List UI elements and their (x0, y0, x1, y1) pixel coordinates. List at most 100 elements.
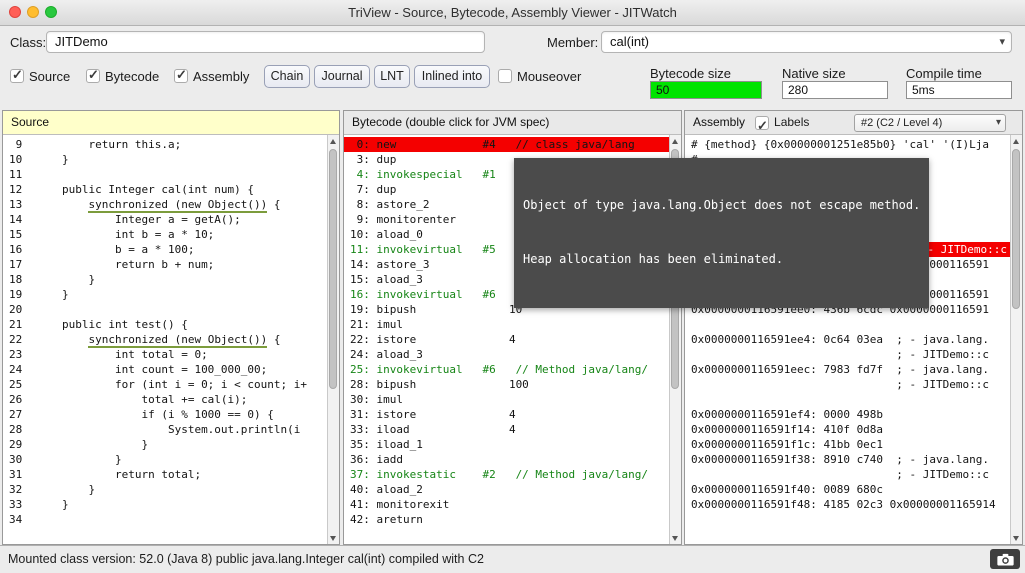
scroll-up-icon[interactable] (328, 135, 339, 147)
tooltip-line-1: Object of type java.lang.Object does not… (523, 196, 920, 214)
bytecode-line[interactable]: 28: bipush 100 (344, 377, 669, 392)
assembly-panel-title: Assembly (693, 111, 745, 134)
green-underline-mark: synchronized (new Object()) (88, 198, 267, 213)
checkbox-box (86, 69, 100, 83)
minimize-button[interactable] (27, 6, 39, 18)
source-line[interactable]: 12 public Integer cal(int num) { (3, 182, 327, 197)
bytecode-line[interactable]: 42: areturn (344, 512, 669, 527)
source-line[interactable]: 22 synchronized (new Object()) { (3, 332, 327, 347)
source-line[interactable]: 25 for (int i = 0; i < count; i+ (3, 377, 327, 392)
assembly-line[interactable]: ; - JITDemo::c (685, 347, 1010, 362)
bytecode-line[interactable]: 21: imul (344, 317, 669, 332)
bytecode-line[interactable]: 30: imul (344, 392, 669, 407)
bytecode-line[interactable]: 37: invokestatic #2 // Method java/lang/ (344, 467, 669, 482)
compile-time-value: 5ms (906, 81, 1012, 99)
checkbox-box (10, 69, 24, 83)
assembly-scrollbar[interactable] (1010, 135, 1022, 544)
source-line[interactable]: 27 if (i % 1000 == 0) { (3, 407, 327, 422)
mouseover-checkbox[interactable]: Mouseover (498, 68, 581, 84)
member-label: Member: (547, 35, 598, 50)
source-line[interactable]: 20 (3, 302, 327, 317)
assembly-line[interactable] (685, 392, 1010, 407)
assembly-line[interactable]: 0x0000000116591f38: 8910 c740 ; - java.l… (685, 452, 1010, 467)
lnt-button[interactable]: LNT (374, 65, 410, 88)
source-line[interactable]: 14 Integer a = getA(); (3, 212, 327, 227)
member-select[interactable]: cal(int) ▾ (601, 31, 1012, 53)
status-text: Mounted class version: 52.0 (Java 8) pub… (8, 552, 484, 566)
assembly-line[interactable] (685, 317, 1010, 332)
source-line[interactable]: 33 } (3, 497, 327, 512)
source-line[interactable]: 16 b = a * 100; (3, 242, 327, 257)
bytecode-line[interactable]: 0: new #4 // class java/lang (344, 137, 669, 152)
bytecode-checkbox-label: Bytecode (105, 69, 159, 84)
class-input[interactable]: JITDemo (46, 31, 485, 53)
source-line[interactable]: 24 int count = 100_000_00; (3, 362, 327, 377)
class-label: Class: (10, 35, 46, 50)
assembly-line[interactable]: 0x0000000116591ef4: 0000 498b (685, 407, 1010, 422)
source-checkbox-label: Source (29, 69, 70, 84)
assembly-line[interactable]: 0x0000000116591f48: 4185 02c3 0x00000001… (685, 497, 1010, 512)
screenshot-button[interactable] (990, 549, 1020, 569)
source-line[interactable]: 19 } (3, 287, 327, 302)
scroll-down-icon[interactable] (670, 532, 681, 544)
source-line[interactable]: 17 return b + num; (3, 257, 327, 272)
compilation-select[interactable]: #2 (C2 / Level 4) ▾ (854, 114, 1006, 132)
source-line[interactable]: 28 System.out.println(i (3, 422, 327, 437)
inlined-into-button[interactable]: Inlined into (414, 65, 490, 88)
bytecode-line[interactable]: 22: istore 4 (344, 332, 669, 347)
source-line[interactable]: 29 } (3, 437, 327, 452)
journal-button[interactable]: Journal (314, 65, 370, 88)
bytecode-line[interactable]: 33: iload 4 (344, 422, 669, 437)
source-line[interactable]: 9 return this.a; (3, 137, 327, 152)
assembly-checkbox[interactable]: Assembly (174, 68, 249, 84)
scroll-down-icon[interactable] (1011, 532, 1022, 544)
assembly-line[interactable]: 0x0000000116591eec: 7983 fd7f ; - java.l… (685, 362, 1010, 377)
source-line[interactable]: 31 return total; (3, 467, 327, 482)
bytecode-line[interactable]: 36: iadd (344, 452, 669, 467)
labels-checkbox-label: Labels (774, 111, 809, 134)
bytecode-line[interactable]: 24: aload_3 (344, 347, 669, 362)
checkbox-box (174, 69, 188, 83)
bytecode-line[interactable]: 41: monitorexit (344, 497, 669, 512)
member-value: cal(int) (610, 34, 649, 49)
source-scrollbar[interactable] (327, 135, 339, 544)
source-line[interactable]: 13 synchronized (new Object()) { (3, 197, 327, 212)
assembly-line[interactable]: ; - JITDemo::c (685, 467, 1010, 482)
bytecode-line[interactable]: 40: aload_2 (344, 482, 669, 497)
escape-analysis-tooltip: Object of type java.lang.Object does not… (514, 158, 929, 308)
source-line[interactable]: 34 (3, 512, 327, 527)
scroll-up-icon[interactable] (670, 135, 681, 147)
zoom-button[interactable] (45, 6, 57, 18)
scrollbar-thumb[interactable] (329, 149, 337, 389)
chevron-down-icon: ▾ (996, 115, 1001, 131)
mouseover-checkbox-label: Mouseover (517, 69, 581, 84)
labels-checkbox[interactable]: Labels (755, 115, 809, 131)
source-checkbox[interactable]: Source (10, 68, 70, 84)
bytecode-checkbox[interactable]: Bytecode (86, 68, 159, 84)
compile-time-label: Compile time (906, 66, 982, 81)
source-line[interactable]: 23 int total = 0; (3, 347, 327, 362)
bytecode-line[interactable]: 25: invokevirtual #6 // Method java/lang… (344, 362, 669, 377)
source-line[interactable]: 30 } (3, 452, 327, 467)
chain-button[interactable]: Chain (264, 65, 310, 88)
assembly-line[interactable]: ; - JITDemo::c (685, 377, 1010, 392)
assembly-line[interactable]: # {method} {0x00000001251e85b0} 'cal' '(… (685, 137, 1010, 152)
assembly-line[interactable]: 0x0000000116591f14: 410f 0d8a (685, 422, 1010, 437)
compilation-value: #2 (C2 / Level 4) (861, 117, 942, 129)
source-line[interactable]: 11 (3, 167, 327, 182)
source-line[interactable]: 18 } (3, 272, 327, 287)
assembly-line[interactable]: 0x0000000116591f1c: 41bb 0ec1 (685, 437, 1010, 452)
scroll-down-icon[interactable] (328, 532, 339, 544)
source-line[interactable]: 32 } (3, 482, 327, 497)
source-line[interactable]: 26 total += cal(i); (3, 392, 327, 407)
assembly-line[interactable]: 0x0000000116591f40: 0089 680c (685, 482, 1010, 497)
source-line[interactable]: 10 } (3, 152, 327, 167)
source-line[interactable]: 15 int b = a * 10; (3, 227, 327, 242)
scroll-up-icon[interactable] (1011, 135, 1022, 147)
scrollbar-thumb[interactable] (1012, 149, 1020, 309)
assembly-line[interactable]: 0x0000000116591ee4: 0c64 03ea ; - java.l… (685, 332, 1010, 347)
source-line[interactable]: 21 public int test() { (3, 317, 327, 332)
bytecode-line[interactable]: 31: istore 4 (344, 407, 669, 422)
bytecode-line[interactable]: 35: iload_1 (344, 437, 669, 452)
close-button[interactable] (9, 6, 21, 18)
